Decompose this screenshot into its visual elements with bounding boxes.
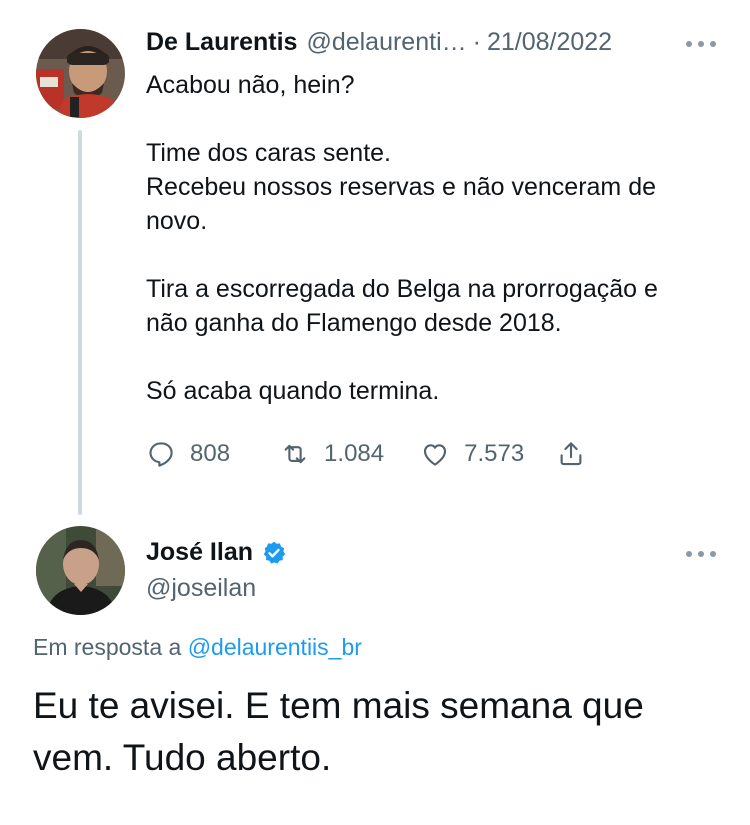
reply-button[interactable]: 808 [146, 439, 230, 469]
tweet2-text: Eu te avisei. E tem mais semana que vem.… [33, 680, 733, 784]
tweet1-actions: 808 1.084 7.573 [146, 436, 586, 472]
reply-context: Em resposta a @delaurentiis_br [33, 634, 362, 661]
thread-connector-line [78, 130, 82, 515]
avatar-de-laurentis[interactable] [36, 29, 125, 118]
more-icon[interactable] [686, 40, 716, 48]
retweet-count: 1.084 [324, 440, 385, 467]
reply-prefix: Em resposta a [33, 634, 182, 660]
avatar-jose-ilan[interactable] [36, 526, 125, 615]
profile-photo-icon [36, 526, 125, 615]
reply-count: 808 [190, 440, 231, 467]
like-count: 7.573 [464, 440, 525, 467]
reply-mention-link[interactable]: @delaurentiis_br [188, 634, 362, 660]
tweet-text-line: Recebeu nossos reservas e não venceram d… [146, 173, 657, 201]
profile-photo-icon [36, 29, 125, 118]
like-button[interactable]: 7.573 [420, 439, 524, 469]
share-icon [560, 442, 582, 466]
retweet-icon [284, 444, 306, 464]
tweet-text-line: não ganha do Flamengo desde 2018. [146, 309, 562, 337]
author-name[interactable]: José Ilan [146, 538, 253, 567]
author-handle[interactable]: @joseilan [146, 574, 256, 603]
tweet-date[interactable]: 21/08/2022 [487, 28, 612, 57]
author-name[interactable]: De Laurentis [146, 28, 297, 57]
tweet1-text: Acabou não, hein? Time dos caras sente. … [146, 68, 726, 408]
author-handle[interactable]: @delaurenti… [306, 28, 466, 57]
tweet-text-line: Eu te avisei. E tem mais semana que [33, 685, 644, 726]
tweet1-header: De Laurentis @delaurenti… · 21/08/2022 [146, 28, 612, 57]
tweet2-author-row: José Ilan [146, 538, 287, 567]
tweet-text-line: vem. Tudo aberto. [33, 737, 332, 778]
tweet-text-line: Só acaba quando termina. [146, 377, 440, 405]
more-icon[interactable] [686, 550, 716, 558]
share-button[interactable] [556, 439, 586, 469]
tweet-text-line: Time dos caras sente. [146, 139, 392, 167]
verified-badge-icon[interactable] [261, 540, 287, 566]
separator-dot: · [472, 28, 481, 56]
heart-icon [424, 444, 447, 466]
tweet-text-line: novo. [146, 207, 208, 235]
tweet-text-line: Acabou não, hein? [146, 71, 355, 99]
retweet-button[interactable]: 1.084 [280, 439, 384, 469]
reply-icon [149, 442, 173, 467]
tweet-text-line: Tira a escorregada do Belga na prorrogaç… [146, 275, 658, 303]
